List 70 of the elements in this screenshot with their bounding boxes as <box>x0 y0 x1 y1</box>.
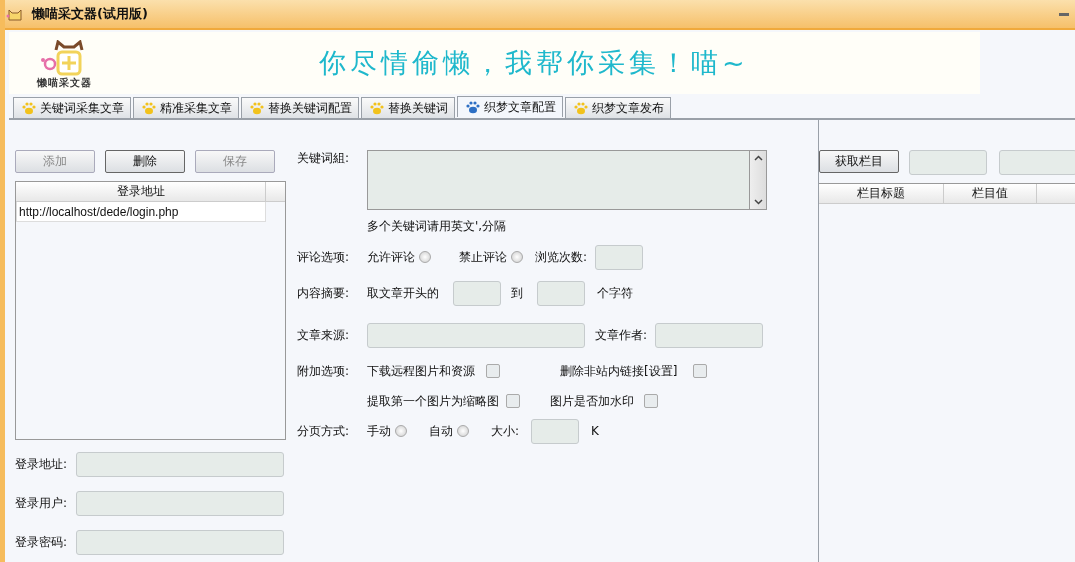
input-field[interactable] <box>76 530 284 555</box>
field-label: 分页方式: <box>297 422 350 440</box>
column-header: 登录地址 <box>16 182 266 201</box>
field-label: 关键词組: <box>297 150 350 167</box>
fetch-categories-button[interactable]: 获取栏目 <box>819 150 899 173</box>
column-header: 栏目值 <box>944 184 1037 203</box>
tab[interactable]: 精准采集文章 <box>133 97 239 118</box>
chevron-down-icon[interactable] <box>753 199 763 205</box>
tab[interactable]: 关键词采集文章 <box>13 97 131 118</box>
option-label: 提取第一个图片为缩略图 <box>367 392 500 410</box>
paw-icon <box>22 101 36 115</box>
minimize-button[interactable] <box>1059 12 1069 16</box>
radio-button[interactable] <box>511 251 523 263</box>
checkbox[interactable] <box>506 394 520 408</box>
paw-icon <box>142 101 156 115</box>
window-title: 懒喵采文器(试用版) <box>32 5 148 23</box>
input-field[interactable] <box>367 322 585 348</box>
checkbox[interactable] <box>486 364 500 378</box>
field-label: 登录密码: <box>15 534 69 551</box>
option-label: 允许评论 <box>367 248 415 266</box>
tab[interactable]: 替换关键词配置 <box>241 97 359 118</box>
input-field[interactable] <box>999 150 1075 175</box>
text-label: 到 <box>511 284 523 302</box>
field-label: 大小: <box>491 422 520 440</box>
hint-text: 多个关键词请用英文',分隔 <box>367 217 507 235</box>
chevron-up-icon[interactable] <box>753 155 763 161</box>
option-label: 下载远程图片和资源 <box>367 362 476 380</box>
input-field[interactable] <box>453 280 501 306</box>
input-field[interactable] <box>537 280 585 306</box>
input-field[interactable] <box>595 244 644 270</box>
paw-icon <box>250 101 264 115</box>
radio-button[interactable] <box>419 251 431 263</box>
input-field[interactable] <box>909 150 987 175</box>
radio-button[interactable] <box>395 425 407 437</box>
tab[interactable]: 织梦文章配置 <box>457 96 563 117</box>
radio-button[interactable] <box>457 425 469 437</box>
field-label: 评论选项: <box>297 248 350 266</box>
option-label: 自动 <box>429 422 453 440</box>
paw-icon <box>574 101 588 115</box>
scrollbar[interactable] <box>749 151 766 209</box>
field-label: 文章来源: <box>297 326 350 344</box>
unit-label: K <box>591 424 599 438</box>
input-field[interactable] <box>531 418 580 444</box>
logo-text: 懒喵采文器 <box>36 76 92 90</box>
cat-icon <box>6 7 24 21</box>
text-label: 取文章开头的 <box>367 284 439 302</box>
field-label: 登录用户: <box>15 495 69 512</box>
field-label: 浏览次数: <box>535 248 588 266</box>
option-label: 图片是否加水印 <box>550 392 635 410</box>
tab[interactable]: 替换关键词 <box>361 97 455 118</box>
slogan: 你尽情偷懒，我帮你采集！喵~ <box>319 46 749 80</box>
delete-button[interactable]: 删除 <box>105 150 185 173</box>
input-field[interactable] <box>655 322 764 348</box>
tab[interactable]: 织梦文章发布 <box>565 97 671 118</box>
checkbox[interactable] <box>693 364 707 378</box>
column-header: 栏目标题 <box>819 184 944 203</box>
option-label: 删除非站内链接[设置] <box>560 362 679 380</box>
input-field[interactable] <box>76 491 284 516</box>
field-label: 登录地址: <box>15 456 69 473</box>
option-label: 手动 <box>367 422 391 440</box>
checkbox[interactable] <box>644 394 658 408</box>
field-label: 内容摘要: <box>297 284 350 302</box>
paw-icon <box>466 100 480 114</box>
table-cell[interactable]: http://localhost/dede/login.php <box>16 202 266 222</box>
paw-icon <box>370 101 384 115</box>
option-label: 禁止评论 <box>459 248 507 266</box>
input-field[interactable] <box>76 452 284 477</box>
text-label: 个字符 <box>597 284 633 302</box>
field-label: 附加选项: <box>297 362 350 380</box>
field-label: 文章作者: <box>595 326 648 344</box>
